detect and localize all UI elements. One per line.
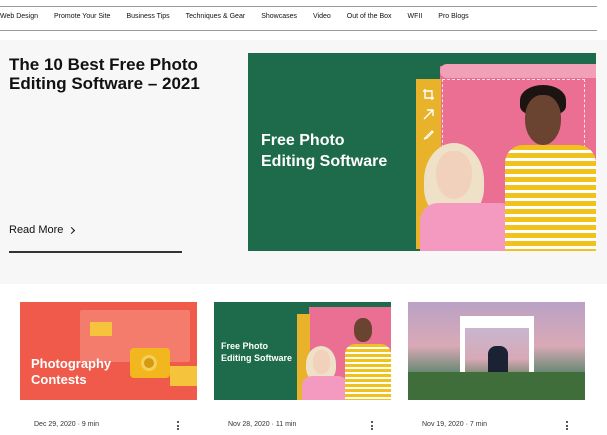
nav-item-wfii[interactable]: WFII (408, 13, 423, 20)
card-title: Free Photo Editing Software (221, 340, 292, 364)
woman-shirt (302, 376, 348, 400)
more-options-icon[interactable] (177, 421, 180, 432)
nav-item-video[interactable]: Video (313, 13, 331, 20)
yellow-tag-graphic (90, 322, 112, 336)
woman-shirt (420, 203, 518, 251)
nav-item-out-of-the-box[interactable]: Out of the Box (347, 13, 392, 20)
nav-item-web-design[interactable]: Web Design (0, 13, 38, 20)
man-shirt (505, 145, 596, 251)
card-title-line-1: Free Photo (221, 341, 269, 351)
post-date: Nov 28, 2020 (228, 421, 270, 428)
card-meta-3: Nov 19, 2020 · 7 min (422, 421, 488, 428)
post-card-photography-contests[interactable]: Photography Contests (20, 302, 197, 400)
pink-paper-roll (440, 64, 596, 78)
pen-icon (423, 130, 434, 140)
read-time: 9 min (81, 421, 100, 428)
featured-post-image[interactable]: Free Photo Editing Software (248, 53, 596, 251)
card-title-line-2: Contests (31, 372, 87, 387)
crop-icon (423, 89, 434, 100)
nav-item-showcases[interactable]: Showcases (261, 13, 297, 20)
yellow-block-graphic (170, 366, 197, 386)
camera-lens-icon (141, 355, 157, 371)
image-headline-line-2: Editing Software (261, 153, 388, 170)
read-time: 11 min (275, 421, 297, 428)
man-face (354, 318, 372, 342)
card-meta-1: Dec 29, 2020 · 9 min (34, 421, 100, 428)
nav-item-business-tips[interactable]: Business Tips (126, 13, 169, 20)
man-face (525, 95, 561, 145)
card-title-line-1: Photography (31, 356, 112, 371)
grass-field (408, 372, 585, 400)
post-card-free-photo-editing[interactable]: Free Photo Editing Software (214, 302, 391, 400)
arrow-icon (423, 109, 434, 120)
image-headline: Free Photo Editing Software (261, 130, 387, 172)
woman-face (313, 350, 330, 374)
card-title-line-2: Editing Software (221, 353, 293, 363)
read-time: 7 min (469, 421, 488, 428)
post-date: Nov 19, 2020 (422, 421, 464, 428)
read-more-link[interactable]: Read More (9, 224, 76, 236)
man-shirt (345, 344, 391, 400)
image-headline-line-1: Free Photo (261, 132, 345, 149)
nav-item-techniques-gear[interactable]: Techniques & Gear (186, 13, 246, 20)
post-card-instagram[interactable] (408, 302, 585, 400)
post-date: Dec 29, 2020 (34, 421, 76, 428)
featured-post: The 10 Best Free Photo Editing Software … (0, 40, 607, 284)
read-more-label: Read More (9, 224, 64, 236)
woman-face (436, 151, 472, 199)
top-navigation: Web Design Promote Your Site Business Ti… (0, 0, 607, 40)
card-title: Photography Contests (31, 356, 111, 388)
more-options-icon[interactable] (371, 421, 374, 432)
chevron-right-icon (68, 226, 76, 235)
nav-top-divider (0, 6, 597, 7)
featured-post-title[interactable]: The 10 Best Free Photo Editing Software … (9, 55, 209, 93)
nav-item-pro-blogs[interactable]: Pro Blogs (438, 13, 468, 20)
more-options-icon[interactable] (566, 421, 569, 432)
read-more-underline (9, 251, 182, 253)
nav-bottom-divider (0, 30, 597, 31)
category-nav: Web Design Promote Your Site Business Ti… (0, 13, 469, 20)
card-meta-2: Nov 28, 2020 · 11 min (228, 421, 297, 428)
nav-item-promote-your-site[interactable]: Promote Your Site (54, 13, 110, 20)
